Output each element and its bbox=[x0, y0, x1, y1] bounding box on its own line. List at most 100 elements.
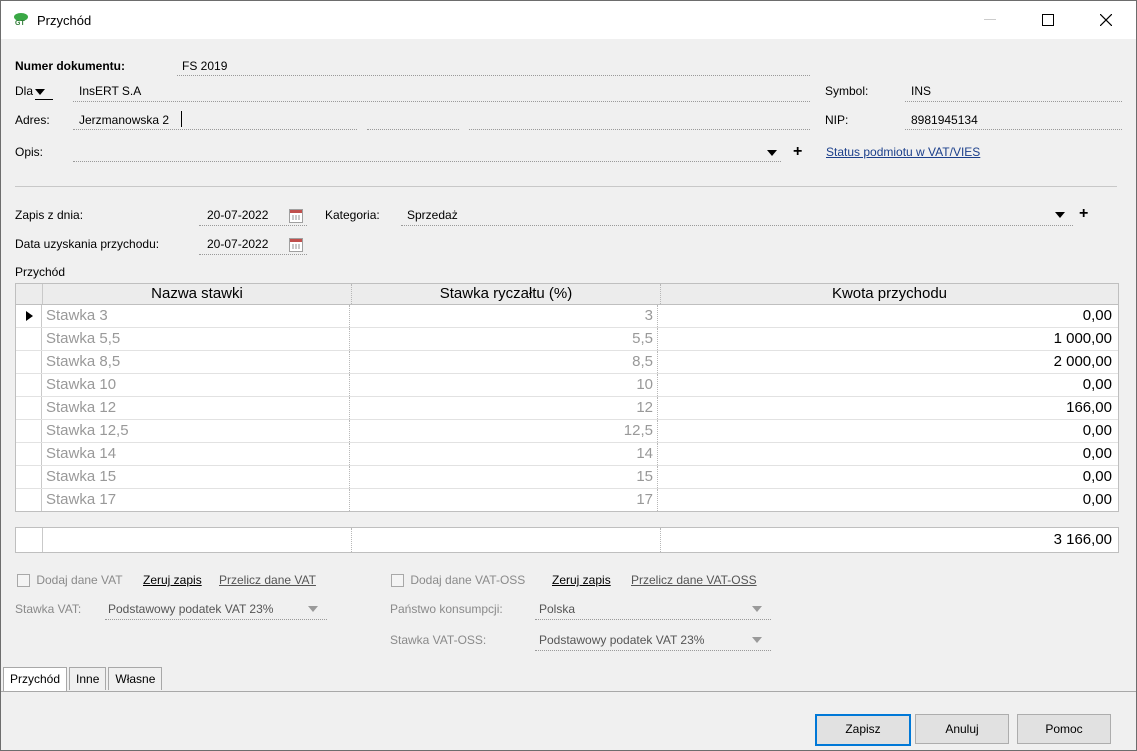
close-button[interactable] bbox=[1083, 1, 1129, 39]
minimize-icon bbox=[984, 19, 996, 20]
cell-kwota[interactable]: 0,00 bbox=[658, 420, 1118, 442]
maximize-button[interactable] bbox=[1025, 1, 1071, 39]
calendar-icon[interactable] bbox=[289, 238, 303, 252]
kategoria-dropdown-icon[interactable] bbox=[1055, 212, 1065, 218]
adres-city-underline bbox=[469, 129, 810, 130]
stawka-vat-oss-dropdown-icon[interactable] bbox=[752, 637, 762, 643]
cell-nazwa: Stawka 17 bbox=[42, 489, 350, 511]
nip-label: NIP: bbox=[825, 113, 849, 127]
total-nazwa-cell bbox=[43, 528, 352, 552]
save-button[interactable]: Zapisz bbox=[815, 714, 911, 746]
calendar-icon[interactable] bbox=[289, 209, 303, 223]
column-header-stawka[interactable]: Stawka ryczałtu (%) bbox=[352, 284, 661, 304]
checkbox-box bbox=[391, 574, 404, 588]
window-title: Przychód bbox=[37, 13, 92, 28]
table-row[interactable]: Stawka 14 14 0,00 bbox=[16, 443, 1118, 466]
cell-kwota[interactable]: 0,00 bbox=[658, 443, 1118, 465]
tab-wlasne[interactable]: Własne bbox=[108, 667, 163, 690]
panstwo-underline bbox=[535, 619, 771, 620]
table-row[interactable]: Stawka 17 17 0,00 bbox=[16, 489, 1118, 511]
kategoria-add-icon[interactable]: + bbox=[1079, 206, 1088, 222]
tab-przychod[interactable]: Przychód bbox=[3, 667, 68, 692]
adres-street-underline bbox=[73, 129, 357, 130]
dodaj-dane-vat-label: Dodaj dane VAT bbox=[36, 573, 123, 587]
zapis-z-dnia-field[interactable]: 20-07-2022 bbox=[207, 208, 268, 222]
opis-add-icon[interactable]: + bbox=[793, 144, 802, 160]
stawka-vat-oss-select[interactable]: Podstawowy podatek VAT 23% bbox=[539, 633, 704, 647]
minimize-button[interactable] bbox=[967, 1, 1013, 39]
zapis-z-dnia-label: Zapis z dnia: bbox=[15, 208, 84, 222]
checkbox-box bbox=[17, 574, 30, 588]
adres-label: Adres: bbox=[15, 113, 50, 127]
stawka-vat-select[interactable]: Podstawowy podatek VAT 23% bbox=[108, 602, 273, 616]
data-uzyskania-underline bbox=[199, 254, 307, 255]
adres-postcode-underline bbox=[367, 129, 459, 130]
status-vat-vies-link[interactable]: Status podmiotu w VAT/VIES bbox=[826, 145, 980, 159]
table-row[interactable]: Stawka 5,5 5,5 1 000,00 bbox=[16, 328, 1118, 351]
cell-kwota[interactable]: 1 000,00 bbox=[658, 328, 1118, 350]
cell-stawka: 12 bbox=[350, 397, 658, 419]
cancel-button[interactable]: Anuluj bbox=[915, 714, 1009, 744]
opis-dropdown-icon[interactable] bbox=[767, 150, 777, 156]
cell-stawka: 3 bbox=[350, 305, 658, 327]
column-header-kwota[interactable]: Kwota przychodu bbox=[661, 284, 1118, 304]
title-bar: GT Przychód bbox=[1, 1, 1136, 39]
table-row[interactable]: Stawka 12 12 166,00 bbox=[16, 397, 1118, 420]
zeruj-zapis-vat-link[interactable]: Zeruj zapis bbox=[143, 573, 202, 587]
zeruj-zapis-oss-link[interactable]: Zeruj zapis bbox=[552, 573, 611, 587]
dla-dropdown[interactable]: Dla bbox=[15, 84, 46, 98]
przelicz-dane-vat-oss-link[interactable]: Przelicz dane VAT-OSS bbox=[631, 573, 757, 587]
stawka-vat-oss-label: Stawka VAT-OSS: bbox=[390, 633, 487, 647]
total-amount: 3 166,00 bbox=[1053, 531, 1112, 548]
document-number-field[interactable]: FS 2019 bbox=[182, 59, 227, 73]
column-header-nazwa[interactable]: Nazwa stawki bbox=[43, 284, 352, 304]
dialog-window: GT Przychód Numer dokumentu: FS 2019 Dla… bbox=[0, 0, 1137, 751]
cell-kwota[interactable]: 0,00 bbox=[658, 489, 1118, 511]
kategoria-select[interactable]: Sprzedaż bbox=[407, 208, 458, 222]
cell-nazwa: Stawka 8,5 bbox=[42, 351, 350, 373]
dodaj-dane-vat-checkbox[interactable]: Dodaj dane VAT bbox=[17, 573, 123, 588]
cell-stawka: 10 bbox=[350, 374, 658, 396]
dla-field[interactable]: InsERT S.A bbox=[79, 84, 141, 98]
row-indicator bbox=[16, 443, 42, 465]
table-row[interactable]: Stawka 8,5 8,5 2 000,00 bbox=[16, 351, 1118, 374]
nip-field[interactable]: 8981945134 bbox=[911, 113, 978, 127]
cell-kwota[interactable]: 2 000,00 bbox=[658, 351, 1118, 373]
dodaj-dane-vat-oss-checkbox[interactable]: Dodaj dane VAT-OSS bbox=[391, 573, 526, 588]
cell-stawka: 15 bbox=[350, 466, 658, 488]
cell-nazwa: Stawka 12 bbox=[42, 397, 350, 419]
help-button[interactable]: Pomoc bbox=[1017, 714, 1111, 744]
total-indicator-cell bbox=[16, 528, 43, 552]
zapis-z-dnia-underline bbox=[199, 225, 307, 226]
cell-stawka: 5,5 bbox=[350, 328, 658, 350]
przelicz-dane-vat-link[interactable]: Przelicz dane VAT bbox=[219, 573, 316, 587]
grid-header-indicator bbox=[16, 284, 43, 304]
tab-strip: Przychód Inne Własne bbox=[3, 667, 164, 692]
table-row[interactable]: Stawka 15 15 0,00 bbox=[16, 466, 1118, 489]
stawka-vat-oss-underline bbox=[535, 650, 771, 651]
cell-kwota[interactable]: 0,00 bbox=[658, 466, 1118, 488]
table-row[interactable]: Stawka 12,5 12,5 0,00 bbox=[16, 420, 1118, 443]
close-icon bbox=[1100, 14, 1112, 26]
adres-field[interactable]: Jerzmanowska 2 bbox=[79, 113, 169, 127]
maximize-icon bbox=[1042, 14, 1054, 26]
symbol-field[interactable]: INS bbox=[911, 84, 931, 98]
table-row[interactable]: Stawka 10 10 0,00 bbox=[16, 374, 1118, 397]
table-row[interactable]: Stawka 3 3 0,00 bbox=[16, 305, 1118, 328]
data-uzyskania-field[interactable]: 20-07-2022 bbox=[207, 237, 268, 251]
svg-text:GT: GT bbox=[15, 20, 25, 26]
revenue-grid: Nazwa stawki Stawka ryczałtu (%) Kwota p… bbox=[15, 283, 1119, 512]
kategoria-label: Kategoria: bbox=[325, 208, 380, 222]
cell-kwota[interactable]: 0,00 bbox=[658, 374, 1118, 396]
document-number-label: Numer dokumentu: bbox=[15, 59, 126, 73]
cell-kwota[interactable]: 166,00 bbox=[658, 397, 1118, 419]
panstwo-konsumpcji-label: Państwo konsumpcji: bbox=[390, 602, 503, 616]
panstwo-konsumpcji-select[interactable]: Polska bbox=[539, 602, 575, 616]
stawka-vat-dropdown-icon[interactable] bbox=[308, 606, 318, 612]
tab-inne[interactable]: Inne bbox=[69, 667, 107, 690]
panstwo-dropdown-icon[interactable] bbox=[752, 606, 762, 612]
cell-kwota[interactable]: 0,00 bbox=[658, 305, 1118, 327]
symbol-underline bbox=[905, 101, 1122, 102]
app-logo-icon: GT bbox=[14, 13, 28, 26]
dodaj-dane-vat-oss-label: Dodaj dane VAT-OSS bbox=[410, 573, 526, 587]
